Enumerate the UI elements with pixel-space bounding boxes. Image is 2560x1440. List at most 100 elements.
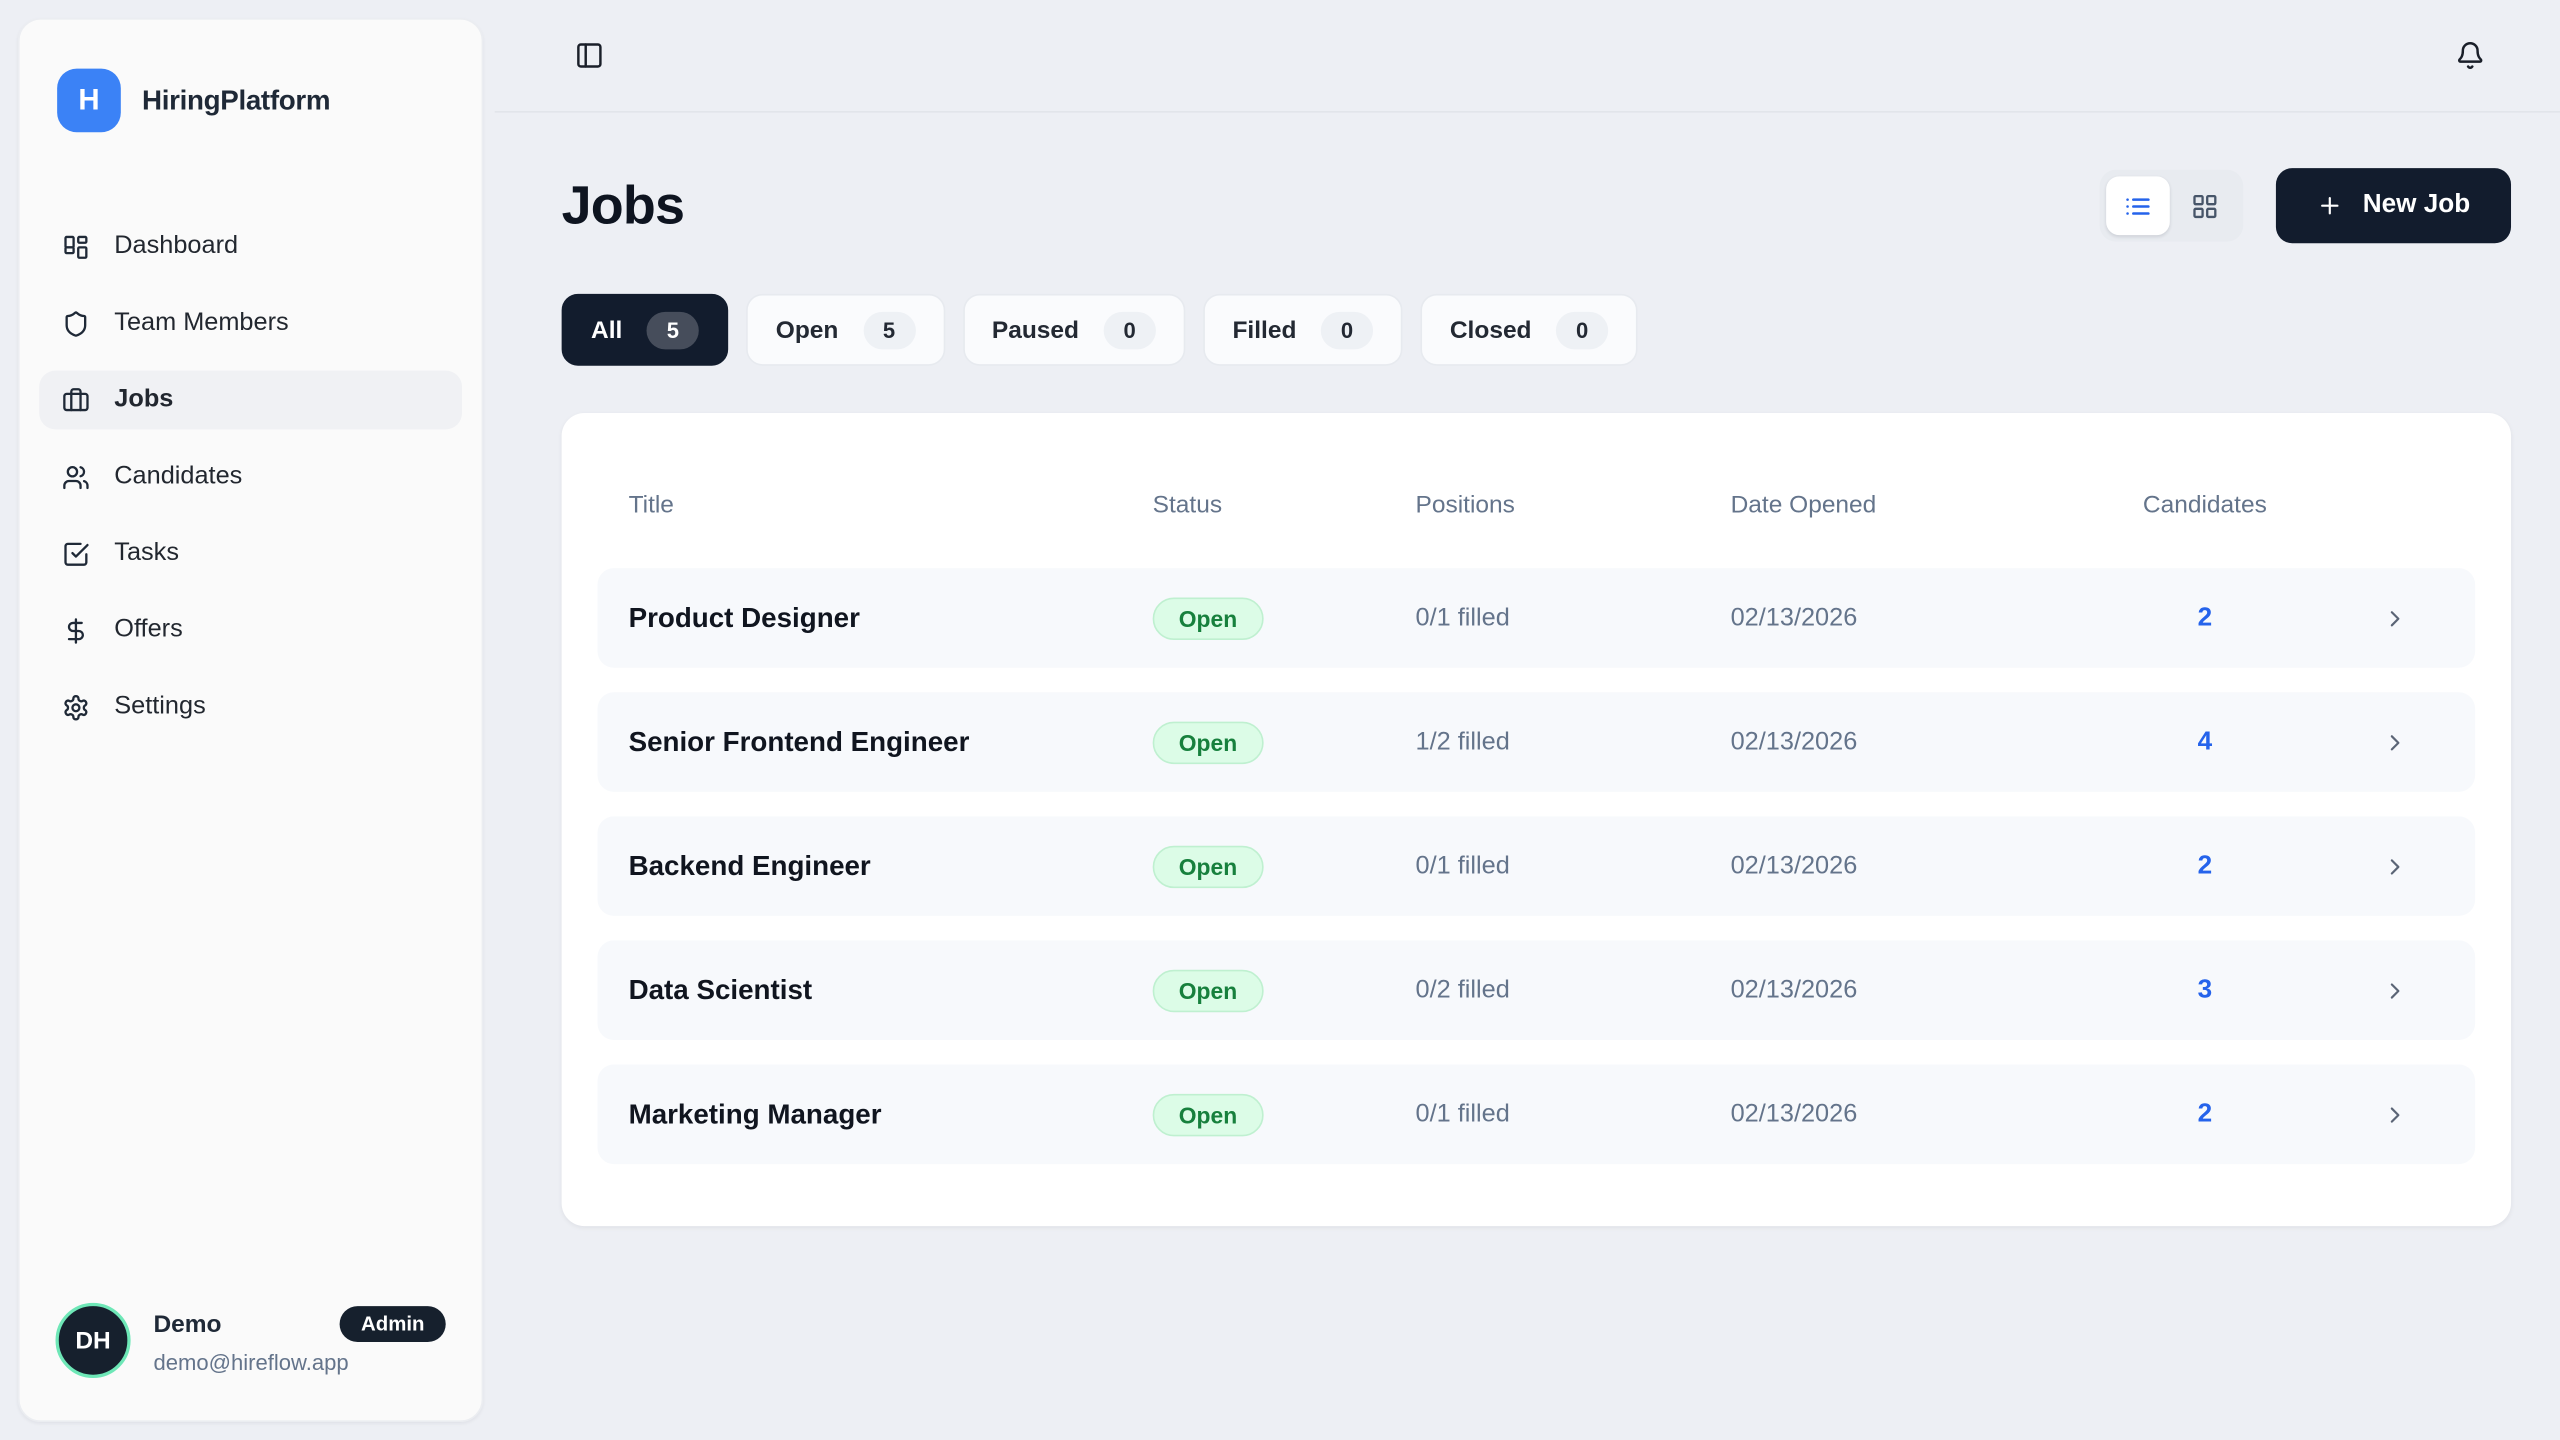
bell-icon: [2456, 41, 2485, 70]
sidebar-item-dashboard[interactable]: Dashboard: [39, 217, 462, 276]
sidebar-item-label: Tasks: [114, 539, 179, 568]
filter-tab-label: Closed: [1450, 316, 1532, 344]
list-view-button[interactable]: [2106, 176, 2170, 235]
chevron-right-icon: [2382, 977, 2408, 1003]
positions-cell: 0/1 filled: [1416, 1100, 1731, 1129]
filter-tab-filled[interactable]: Filled 0: [1203, 294, 1402, 366]
topbar: [495, 0, 2560, 113]
job-title: Product Designer: [629, 602, 1153, 635]
panel-left-icon: [575, 41, 604, 70]
date-opened-cell: 02/13/2026: [1731, 851, 2129, 880]
job-title: Backend Engineer: [629, 850, 1153, 883]
brand-initial: H: [78, 83, 99, 117]
avatar-initials: DH: [75, 1327, 110, 1355]
status-badge: Open: [1153, 845, 1264, 887]
filter-tab-count: 0: [1103, 311, 1155, 349]
status-badge: Open: [1153, 597, 1264, 639]
gear-icon: [62, 693, 90, 721]
new-job-label: New Job: [2363, 191, 2470, 220]
table-row[interactable]: Senior Frontend Engineer Open 1/2 filled…: [598, 692, 2476, 792]
sidebar-item-candidates[interactable]: Candidates: [39, 447, 462, 506]
date-opened-cell: 02/13/2026: [1731, 727, 2129, 756]
layout-dashboard-icon: [62, 233, 90, 261]
check-square-icon: [62, 540, 90, 568]
positions-cell: 0/1 filled: [1416, 851, 1731, 880]
table-row[interactable]: Data Scientist Open 0/2 filled 02/13/202…: [598, 940, 2476, 1040]
column-header-positions: Positions: [1416, 491, 1731, 519]
notifications-button[interactable]: [2456, 41, 2485, 70]
filter-tab-label: Filled: [1232, 316, 1296, 344]
user-name: Demo: [153, 1310, 221, 1338]
sidebar-item-label: Settings: [114, 692, 205, 721]
filter-tab-closed[interactable]: Closed 0: [1420, 294, 1637, 366]
chevron-right-icon: [2382, 1101, 2408, 1127]
sidebar-item-settings[interactable]: Settings: [39, 678, 462, 737]
positions-cell: 1/2 filled: [1416, 727, 1731, 756]
chevron-right-icon: [2382, 729, 2408, 755]
row-open-button[interactable]: [2281, 977, 2444, 1003]
candidates-count[interactable]: 3: [2129, 976, 2281, 1005]
jobs-table: Title Status Positions Date Opened Candi…: [562, 413, 2511, 1226]
filter-tab-count: 0: [1321, 311, 1373, 349]
sidebar-item-label: Dashboard: [114, 232, 238, 261]
filter-tab-label: All: [591, 316, 622, 344]
user-email: demo@hireflow.app: [153, 1350, 445, 1374]
filter-tab-count: 5: [647, 311, 699, 349]
avatar: DH: [56, 1303, 131, 1378]
positions-cell: 0/2 filled: [1416, 976, 1731, 1005]
date-opened-cell: 02/13/2026: [1731, 1100, 2129, 1129]
sidebar-item-team-members[interactable]: Team Members: [39, 294, 462, 353]
status-filter-tabs: All 5 Open 5 Paused 0 Filled 0 Closed: [562, 294, 2511, 366]
status-badge: Open: [1153, 969, 1264, 1011]
sidebar-header: H HiringPlatform: [20, 20, 482, 133]
sidebar-nav: Dashboard Team Members Jobs Candidates T…: [20, 132, 482, 736]
table-row[interactable]: Backend Engineer Open 0/1 filled 02/13/2…: [598, 816, 2476, 916]
row-open-button[interactable]: [2281, 729, 2444, 755]
column-header-status: Status: [1153, 491, 1416, 519]
grid-view-button[interactable]: [2173, 176, 2237, 235]
candidates-count[interactable]: 2: [2129, 1100, 2281, 1129]
filter-tab-paused[interactable]: Paused 0: [962, 294, 1185, 366]
brand-name: HiringPlatform: [142, 84, 330, 117]
brand-logo: H: [57, 69, 121, 133]
sidebar: H HiringPlatform Dashboard Team Members …: [18, 18, 483, 1422]
column-header-date-opened: Date Opened: [1731, 491, 2129, 519]
candidates-count[interactable]: 2: [2129, 851, 2281, 880]
filter-tab-open[interactable]: Open 5: [746, 294, 944, 366]
job-title: Senior Frontend Engineer: [629, 726, 1153, 759]
column-header-candidates: Candidates: [2129, 491, 2281, 519]
users-icon: [62, 463, 90, 491]
sidebar-item-label: Candidates: [114, 462, 242, 491]
sidebar-item-tasks[interactable]: Tasks: [39, 524, 462, 583]
filter-tab-count: 5: [863, 311, 915, 349]
filter-tab-count: 0: [1556, 311, 1608, 349]
shield-icon: [62, 309, 90, 337]
row-open-button[interactable]: [2281, 853, 2444, 879]
new-job-button[interactable]: New Job: [2276, 168, 2511, 243]
sidebar-item-jobs[interactable]: Jobs: [39, 371, 462, 430]
sidebar-item-offers[interactable]: Offers: [39, 601, 462, 660]
page-title: Jobs: [562, 175, 685, 237]
filter-tab-all[interactable]: All 5: [562, 294, 729, 366]
candidates-count[interactable]: 4: [2129, 727, 2281, 756]
app-root: H HiringPlatform Dashboard Team Members …: [0, 0, 2560, 1440]
briefcase-icon: [62, 386, 90, 414]
filter-tab-label: Paused: [992, 316, 1079, 344]
positions-cell: 0/1 filled: [1416, 603, 1731, 632]
row-open-button[interactable]: [2281, 1101, 2444, 1127]
sidebar-toggle-button[interactable]: [575, 41, 604, 70]
status-badge: Open: [1153, 721, 1264, 763]
plus-icon: [2317, 193, 2343, 219]
column-header-title: Title: [629, 491, 1153, 519]
dollar-sign-icon: [62, 616, 90, 644]
filter-tab-label: Open: [776, 316, 839, 344]
content: Jobs New Job: [495, 168, 2560, 1226]
grid-icon: [2191, 192, 2219, 220]
row-open-button[interactable]: [2281, 605, 2444, 631]
view-mode-toggle: [2100, 170, 2244, 242]
list-icon: [2124, 192, 2152, 220]
table-row[interactable]: Marketing Manager Open 0/1 filled 02/13/…: [598, 1064, 2476, 1164]
user-menu[interactable]: DH Demo Admin demo@hireflow.app: [20, 1270, 482, 1420]
table-row[interactable]: Product Designer Open 0/1 filled 02/13/2…: [598, 568, 2476, 668]
candidates-count[interactable]: 2: [2129, 603, 2281, 632]
